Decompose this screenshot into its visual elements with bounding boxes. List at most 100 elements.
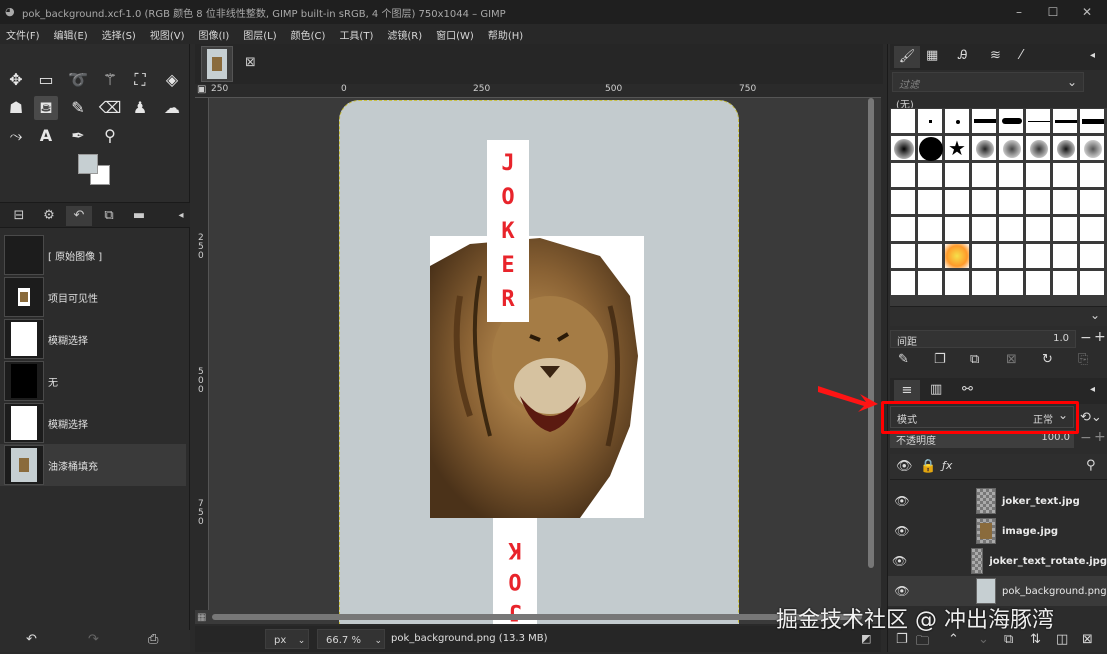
- vertical-scrollbar[interactable]: [868, 98, 874, 568]
- opacity-plus-icon[interactable]: +: [1094, 429, 1106, 445]
- visibility-eye-icon[interactable]: 👁: [892, 584, 912, 598]
- canvas-area[interactable]: J O K E R J O K: [195, 84, 881, 624]
- ruler-corner-icon[interactable]: ▣: [197, 84, 206, 95]
- clone-tool-icon[interactable]: ♟: [128, 96, 152, 120]
- patterns-tab-icon[interactable]: ▦: [926, 48, 938, 63]
- visibility-eye-icon[interactable]: 👁: [892, 494, 912, 508]
- channels-tab-icon[interactable]: ▥: [930, 382, 942, 397]
- rect-select-tool-icon[interactable]: ▭: [34, 68, 58, 92]
- image-tab-thumb[interactable]: [201, 46, 233, 82]
- redo-icon[interactable]: ↷: [88, 632, 99, 647]
- smudge-tool-icon[interactable]: ☁: [160, 96, 184, 120]
- composite-mode-icon[interactable]: ⟲⌄: [1080, 410, 1102, 425]
- spacing-stepper-icon[interactable]: −: [1080, 330, 1092, 346]
- move-tool-icon[interactable]: ✥: [4, 68, 28, 92]
- tool-options-tab-icon[interactable]: ⊟: [6, 206, 32, 226]
- merge-layer-icon[interactable]: ⇅: [1030, 632, 1041, 647]
- text-tool-icon[interactable]: A: [34, 124, 58, 148]
- paintbrush-tool-icon[interactable]: ✎: [66, 96, 90, 120]
- minimize-icon[interactable]: –: [1010, 3, 1028, 21]
- layer-row[interactable]: 👁 joker_text.jpg: [888, 486, 1107, 516]
- raise-layer-icon[interactable]: ⌃: [948, 632, 959, 647]
- close-icon[interactable]: ✕: [1078, 3, 1096, 21]
- brush-filter-input[interactable]: 过滤 ⌄: [892, 72, 1084, 92]
- lower-layer-icon[interactable]: ⌄: [978, 632, 989, 647]
- undo-item[interactable]: 模糊选择: [0, 318, 186, 360]
- menu-help[interactable]: 帮助(H): [488, 27, 523, 42]
- layers-tab-icon[interactable]: ≡: [894, 380, 920, 402]
- fonts-tab-icon[interactable]: Ꭿ: [958, 48, 967, 63]
- warp-tool-icon[interactable]: ☗: [4, 96, 28, 120]
- edit-brush-icon[interactable]: ✎: [898, 352, 909, 367]
- document-history-tab-icon[interactable]: ≋: [990, 48, 1001, 63]
- paths-tab-icon[interactable]: ⚯: [962, 382, 973, 397]
- effects-icon[interactable]: ƒx: [942, 459, 952, 472]
- menu-windows[interactable]: 窗口(W): [436, 27, 474, 42]
- tab-menu-icon[interactable]: ◂: [1090, 384, 1095, 395]
- undo-item[interactable]: 项目可见性: [0, 276, 186, 318]
- menu-view[interactable]: 视图(V): [150, 27, 185, 42]
- layer-row[interactable]: 👁 image.jpg: [888, 516, 1107, 546]
- brush-view-toggle[interactable]: ⌄: [890, 306, 1107, 326]
- horizontal-scrollbar[interactable]: [212, 614, 862, 620]
- bucket-fill-tool-icon[interactable]: ⛾: [34, 96, 58, 120]
- delete-layer-icon[interactable]: ⊠: [1082, 632, 1093, 647]
- quick-mask-icon[interactable]: ▦: [197, 612, 206, 623]
- spacing-plus-icon[interactable]: +: [1094, 329, 1106, 345]
- visibility-eye-icon[interactable]: 👁: [892, 524, 912, 538]
- new-brush-icon[interactable]: ❐: [934, 352, 946, 367]
- undo-item[interactable]: 无: [0, 360, 186, 402]
- eraser-tool-icon[interactable]: ⌫: [98, 96, 122, 120]
- menu-edit[interactable]: 编辑(E): [54, 27, 88, 42]
- undo-item[interactable]: 模糊选择: [0, 402, 186, 444]
- undo-item[interactable]: [ 原始图像 ]: [0, 234, 186, 276]
- undo-item-selected[interactable]: 油漆桶填充: [0, 444, 186, 486]
- device-status-tab-icon[interactable]: ⚙: [36, 206, 62, 226]
- menu-select[interactable]: 选择(S): [102, 27, 136, 42]
- lock-icon[interactable]: 🔒: [920, 459, 936, 474]
- delete-brush-icon[interactable]: ⊠: [1006, 352, 1017, 367]
- new-layer-icon[interactable]: ❐: [896, 632, 908, 647]
- mask-icon[interactable]: ◫: [1056, 632, 1068, 647]
- maximize-icon[interactable]: ☐: [1044, 3, 1062, 21]
- crop-tool-icon[interactable]: ⛶: [128, 68, 152, 92]
- duplicate-brush-icon[interactable]: ⧉: [970, 352, 979, 367]
- unit-select[interactable]: px ⌄: [265, 629, 309, 649]
- brushes-tab-icon[interactable]: 🖌: [894, 46, 920, 68]
- undo-label: 无: [48, 377, 58, 389]
- transform-tool-icon[interactable]: ◈: [160, 68, 184, 92]
- menu-filters[interactable]: 滤镜(R): [387, 27, 422, 42]
- opacity-minus-icon[interactable]: −: [1080, 430, 1092, 446]
- duplicate-layer-icon[interactable]: ⧉: [1004, 632, 1013, 647]
- visibility-eye-icon[interactable]: 👁: [892, 554, 907, 568]
- fuzzy-select-tool-icon[interactable]: ⚚: [98, 68, 122, 92]
- layer-row[interactable]: 👁 joker_text_rotate.jpg: [888, 546, 1107, 576]
- search-icon[interactable]: ⚲: [1086, 458, 1096, 473]
- lasso-tool-icon[interactable]: ➰: [66, 68, 90, 92]
- open-as-image-icon[interactable]: ⎘: [1078, 352, 1088, 367]
- spacing-slider[interactable]: 间距 1.0: [890, 330, 1076, 348]
- menu-file[interactable]: 文件(F): [6, 27, 40, 42]
- new-group-icon[interactable]: 🗀: [916, 632, 929, 654]
- zoom-select[interactable]: 66.7 % ⌄: [317, 629, 385, 649]
- menu-tools[interactable]: 工具(T): [339, 27, 373, 42]
- brush-grid[interactable]: ★: [890, 108, 1107, 306]
- zoom-tool-icon[interactable]: ⚲: [98, 124, 122, 148]
- undo-icon[interactable]: ↶: [26, 632, 37, 647]
- images-tab-icon[interactable]: ⧉: [96, 206, 122, 226]
- clear-history-icon[interactable]: ⎙: [148, 632, 158, 647]
- paint-dynamics-tab-icon[interactable]: ⁄: [1020, 48, 1022, 63]
- gradients-tab-icon[interactable]: ▬: [126, 206, 152, 226]
- color-picker-tool-icon[interactable]: ✒: [66, 124, 90, 148]
- undo-history-tab-icon[interactable]: ↶: [66, 206, 92, 226]
- menu-image[interactable]: 图像(I): [199, 27, 230, 42]
- close-tab-icon[interactable]: ⊠: [245, 55, 256, 70]
- ruler-label: 250: [211, 84, 229, 94]
- path-tool-icon[interactable]: ⤳: [4, 124, 28, 148]
- menu-layer[interactable]: 图层(L): [243, 27, 276, 42]
- foreground-color-swatch[interactable]: [78, 154, 98, 174]
- tab-menu-icon[interactable]: ◂: [1090, 50, 1095, 61]
- refresh-brushes-icon[interactable]: ↻: [1042, 352, 1053, 367]
- tab-menu-icon[interactable]: ◂: [168, 206, 194, 226]
- menu-colors[interactable]: 颜色(C): [291, 27, 326, 42]
